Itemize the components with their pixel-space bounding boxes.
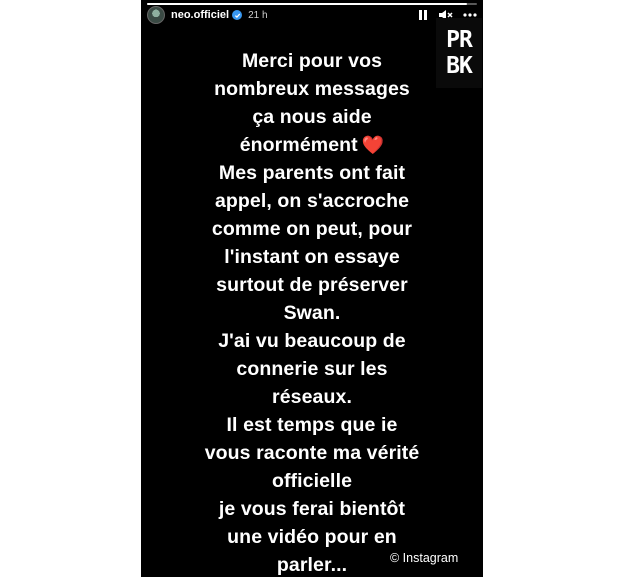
message-line: Mes parents ont fait xyxy=(218,162,406,184)
message-line: une vidéo pour en xyxy=(227,526,397,548)
story-viewer[interactable]: neo.officiel 21 h Merci pour vos nombreu… xyxy=(141,0,483,577)
verified-badge-icon xyxy=(232,10,243,20)
logo-text-top: PR xyxy=(446,27,473,53)
more-dots-icon[interactable] xyxy=(463,13,477,17)
logo-text-bottom: BK xyxy=(446,53,473,79)
story-progress-bar xyxy=(147,3,477,5)
message-line: énormément xyxy=(239,134,358,156)
username[interactable]: neo.officiel xyxy=(171,9,229,21)
message-line: vous raconte ma vérité xyxy=(204,442,420,464)
image-credit: © Instagram xyxy=(390,551,459,565)
message-line: surtout de préserver xyxy=(216,274,408,296)
message-line-with-heart: énormément ❤️ xyxy=(141,131,483,159)
message-line: l'instant on essaye xyxy=(224,246,400,268)
prbk-logo: PR BK xyxy=(436,18,482,88)
message-line: réseaux. xyxy=(272,386,352,408)
pause-icon[interactable] xyxy=(418,9,428,21)
message-line: je vous ferai bientôt xyxy=(218,498,406,520)
message-line: Merci pour vos xyxy=(241,50,383,72)
avatar[interactable] xyxy=(147,6,165,24)
story-progress-fill xyxy=(147,3,468,5)
message-line: J'ai vu beaucoup de xyxy=(218,330,406,352)
message-line: ça nous aide xyxy=(252,106,372,128)
message-line: connerie sur les xyxy=(236,358,388,380)
message-line: Il est temps que ie xyxy=(226,414,398,436)
message-line: nombreux messages xyxy=(214,78,410,100)
story-message: Merci pour vos nombreux messages ça nous… xyxy=(141,47,483,577)
message-line: officielle xyxy=(271,470,353,492)
message-line: comme on peut, pour xyxy=(211,218,413,240)
story-header: neo.officiel 21 h xyxy=(147,6,477,24)
heart-icon: ❤️ xyxy=(361,135,385,155)
post-time: 21 h xyxy=(248,9,268,21)
message-line: Swan. xyxy=(283,302,341,324)
message-line: appel, on s'accroche xyxy=(214,190,410,212)
